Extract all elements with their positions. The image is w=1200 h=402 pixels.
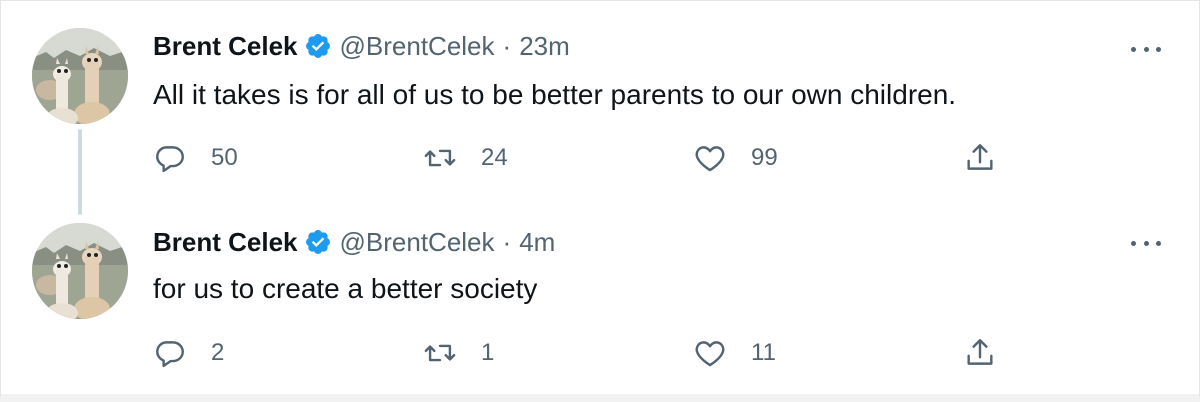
share-button[interactable] [963, 333, 997, 373]
share-icon [967, 144, 993, 170]
verified-badge-icon [305, 230, 330, 254]
timestamp[interactable]: 23m [519, 31, 570, 62]
alpaca-avatar-image [32, 223, 128, 319]
tweet-text: All it takes is for all of us to be bett… [153, 79, 957, 110]
retweet-count: 24 [481, 144, 508, 171]
retweet-icon [424, 344, 456, 362]
reply-count: 2 [211, 339, 225, 366]
avatar[interactable] [32, 28, 128, 124]
author-name[interactable]: Brent Celek [153, 31, 298, 62]
reply-icon [156, 146, 184, 173]
timestamp[interactable]: 4m [519, 227, 555, 258]
tweet-header: Brent Celek @BrentCelek · 23m [153, 28, 570, 64]
more-icon[interactable] [1131, 233, 1161, 253]
like-button[interactable]: 99 [693, 138, 778, 178]
tweet-actions: 50 24 99 [153, 138, 1053, 178]
reply-button[interactable]: 2 [153, 333, 224, 373]
separator-dot: · [502, 30, 512, 61]
tweet-thread: Brent Celek @BrentCelek · 23m All it tak… [0, 0, 1200, 402]
retweet-button[interactable]: 24 [423, 138, 508, 178]
reply-count: 50 [211, 144, 238, 171]
author-handle[interactable]: @BrentCelek [340, 227, 495, 258]
retweet-count: 1 [481, 339, 495, 366]
like-button[interactable]: 11 [693, 333, 776, 373]
share-button[interactable] [963, 138, 997, 178]
retweet-icon [424, 149, 456, 167]
like-icon [695, 146, 725, 172]
avatar[interactable] [32, 223, 128, 319]
tweet-text: for us to create a better society [153, 273, 538, 304]
reply-button[interactable]: 50 [153, 138, 238, 178]
separator-dot: · [502, 226, 512, 257]
tweet[interactable]: Brent Celek @BrentCelek · 4m for us to c… [1, 201, 1200, 395]
tweet-header: Brent Celek @BrentCelek · 4m [153, 224, 555, 260]
more-icon[interactable] [1131, 39, 1161, 59]
tweet[interactable]: Brent Celek @BrentCelek · 23m All it tak… [1, 1, 1200, 215]
reply-icon [156, 341, 184, 368]
like-icon [695, 341, 725, 367]
retweet-button[interactable]: 1 [423, 333, 494, 373]
author-name[interactable]: Brent Celek [153, 227, 298, 258]
like-count: 99 [751, 144, 778, 171]
share-icon [967, 339, 993, 365]
like-count: 11 [751, 339, 776, 366]
tweet-actions: 2 1 11 [153, 333, 1053, 373]
verified-badge-icon [305, 34, 330, 58]
alpaca-avatar-image [32, 28, 128, 124]
author-handle[interactable]: @BrentCelek [340, 31, 495, 62]
